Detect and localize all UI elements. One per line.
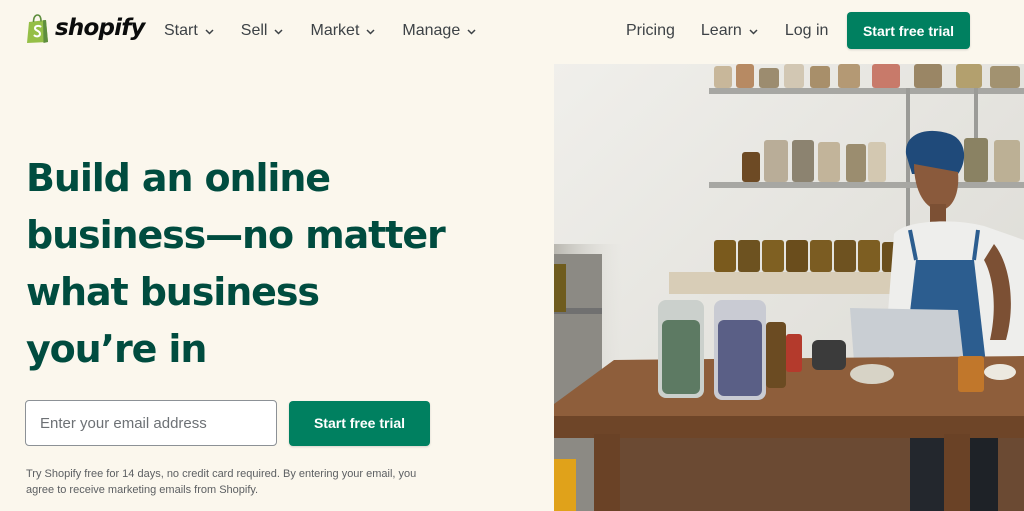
hero-title-line: you’re in [26, 327, 207, 371]
chevron-down-icon [274, 29, 284, 35]
nav-item-label: Log in [784, 22, 829, 39]
shopify-logo[interactable]: shopify [26, 14, 145, 44]
site-header: shopify Start Sell Market Manage Pricing… [0, 0, 1024, 64]
header-start-trial-button[interactable]: Start free trial [847, 12, 970, 49]
nav-item-label: Manage [402, 22, 461, 39]
nav-item-start[interactable]: Start [164, 22, 215, 40]
nav-item-label: Market [310, 22, 360, 39]
hero-photo [554, 64, 1024, 511]
hero-title-line: Build an online [26, 156, 331, 200]
secondary-nav: Pricing Learn Log in [626, 0, 854, 62]
nav-item-market[interactable]: Market [310, 22, 376, 40]
chevron-down-icon [749, 29, 758, 35]
hero-title: Build an online business—no matter what … [26, 150, 466, 378]
nav-item-pricing[interactable]: Pricing [626, 22, 675, 40]
chevron-down-icon [366, 29, 375, 35]
nav-item-label: Sell [240, 22, 268, 39]
nav-item-manage[interactable]: Manage [402, 22, 477, 40]
woman-working-on-laptop-with-jars-photo [554, 64, 1024, 511]
chevron-down-icon [205, 29, 214, 35]
shopping-bag-icon [27, 14, 48, 43]
email-field[interactable] [25, 400, 277, 446]
nav-item-label: Learn [700, 22, 742, 39]
logo-wordmark: shopify [55, 15, 145, 41]
primary-nav: Start Sell Market Manage [164, 0, 503, 62]
signup-form: Start free trial [25, 400, 430, 446]
signup-disclaimer: Try Shopify free for 14 days, no credit … [26, 468, 417, 496]
nav-item-label: Start [164, 22, 198, 39]
hero-title-line: what business [26, 270, 320, 314]
nav-item-learn[interactable]: Learn [701, 22, 759, 40]
start-free-trial-button[interactable]: Start free trial [289, 400, 430, 446]
nav-item-login[interactable]: Log in [785, 22, 829, 40]
nav-item-sell[interactable]: Sell [241, 22, 285, 40]
chevron-down-icon [467, 29, 476, 35]
nav-item-label: Pricing [626, 22, 675, 39]
hero-title-line: business—no matter [26, 213, 446, 257]
